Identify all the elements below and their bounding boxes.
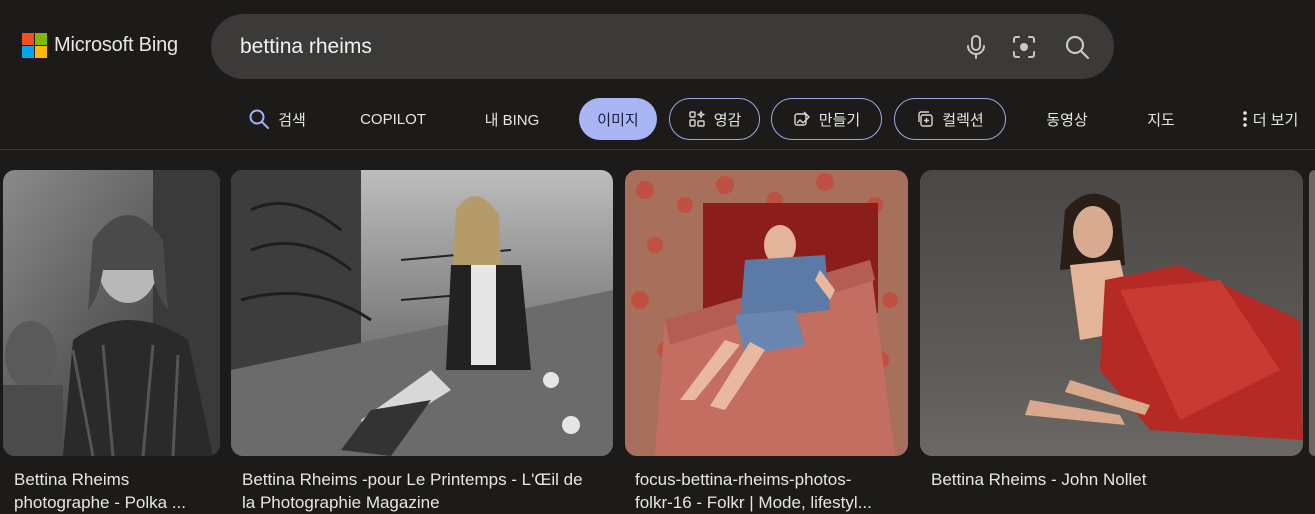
caption-line-2: photographe - Polka ... xyxy=(14,493,187,512)
caption-line-2: folkr-16 - Folkr | Mode, lifestyl... xyxy=(635,493,872,512)
next-image-preview[interactable] xyxy=(1309,170,1315,456)
create-image-icon xyxy=(793,110,811,128)
image-caption[interactable]: focus-bettina-rheims-photos- folkr-16 - … xyxy=(635,468,905,514)
tab-create[interactable]: 만들기 xyxy=(771,98,882,140)
bing-logo[interactable]: Microsoft Bing xyxy=(22,33,178,58)
scope-nav: 검색 COPILOT 내 BING 이미지 영감 만들기 컬렉션 동영상 지도 … xyxy=(0,98,1315,142)
image-thumbnail[interactable] xyxy=(3,170,220,456)
caption-line-1: Bettina Rheims - John Nollet xyxy=(931,470,1147,489)
tab-search-label: 검색 xyxy=(278,111,306,129)
tab-videos-label: 동영상 xyxy=(1046,111,1088,129)
tab-collections-label: 컬렉션 xyxy=(942,111,984,129)
tab-maps[interactable]: 지도 xyxy=(1136,98,1186,140)
more-menu-label: 더 보기 xyxy=(1252,111,1299,129)
tab-inspiration-label: 영감 xyxy=(713,111,742,129)
tab-search[interactable]: 검색 xyxy=(238,98,316,140)
image-caption[interactable]: Bettina Rheims -pour Le Printemps - L'Œi… xyxy=(242,468,610,514)
microsoft-logo-icon xyxy=(22,33,47,58)
more-menu-button[interactable]: 더 보기 xyxy=(1228,98,1312,140)
microphone-icon[interactable] xyxy=(962,33,990,61)
caption-line-2: la Photographie Magazine xyxy=(242,493,440,512)
image-caption[interactable]: Bettina Rheims photographe - Polka ... xyxy=(14,468,214,514)
tab-copilot[interactable]: COPILOT xyxy=(350,98,436,140)
search-icon[interactable] xyxy=(1063,33,1091,61)
visual-search-icon[interactable] xyxy=(1010,33,1038,61)
search-input[interactable] xyxy=(240,14,930,79)
caption-line-1: Bettina Rheims xyxy=(14,470,130,489)
image-thumbnail[interactable] xyxy=(920,170,1303,456)
tab-my-bing-label: 내 BING xyxy=(484,111,540,129)
caption-line-1: focus-bettina-rheims-photos- xyxy=(635,470,852,489)
tab-videos[interactable]: 동영상 xyxy=(1034,98,1100,140)
collections-icon xyxy=(916,110,934,128)
image-thumbnail[interactable] xyxy=(231,170,613,456)
image-thumbnail[interactable] xyxy=(625,170,908,456)
tab-my-bing[interactable]: 내 BING xyxy=(474,98,550,140)
tab-maps-label: 지도 xyxy=(1147,111,1175,129)
more-vertical-icon xyxy=(1242,110,1248,128)
tab-images[interactable]: 이미지 xyxy=(579,98,657,140)
tab-inspiration[interactable]: 영감 xyxy=(669,98,760,140)
tab-create-label: 만들기 xyxy=(818,111,861,129)
nav-divider xyxy=(0,149,1315,150)
caption-line-1: Bettina Rheims -pour Le Printemps - L'Œi… xyxy=(242,470,583,489)
tab-copilot-label: COPILOT xyxy=(360,110,426,128)
inspiration-icon xyxy=(688,110,706,128)
image-caption[interactable]: Bettina Rheims - John Nollet xyxy=(931,468,1296,491)
brand-name: Microsoft Bing xyxy=(54,34,178,56)
search-icon xyxy=(248,108,270,130)
tab-collections[interactable]: 컬렉션 xyxy=(894,98,1006,140)
tab-images-label: 이미지 xyxy=(597,111,639,129)
search-bar xyxy=(211,14,1114,79)
